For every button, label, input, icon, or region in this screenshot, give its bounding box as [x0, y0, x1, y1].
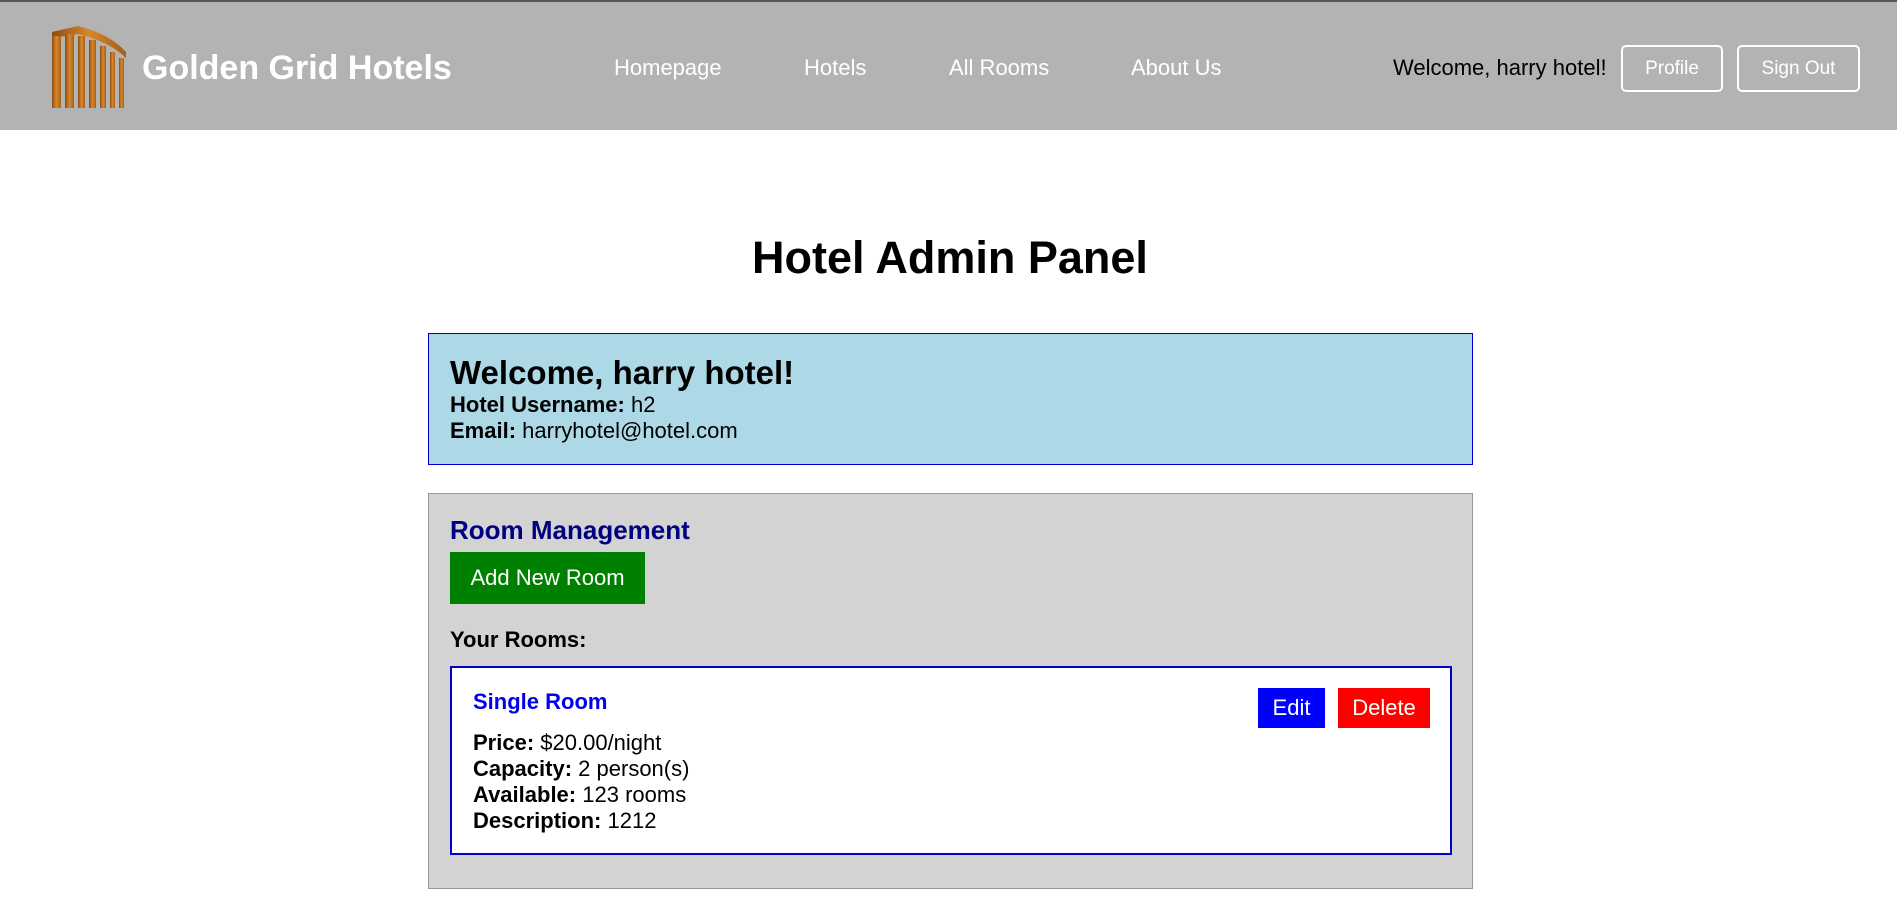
edit-room-button[interactable]: Edit — [1258, 688, 1325, 728]
add-new-room-button[interactable]: Add New Room — [450, 552, 645, 604]
hotel-username-label: Hotel Username: — [450, 392, 625, 417]
sign-out-button[interactable]: Sign Out — [1737, 45, 1860, 92]
brand-name[interactable]: Golden Grid Hotels — [142, 48, 452, 88]
room-capacity-label: Capacity: — [473, 756, 573, 781]
room-description-row: Description: 1212 — [473, 808, 689, 834]
email-row: Email: harryhotel@hotel.com — [450, 418, 1451, 444]
room-management-panel: Room Management Add New Room Your Rooms:… — [428, 493, 1473, 889]
building-icon[interactable] — [50, 26, 128, 108]
nav-link-about-us[interactable]: About Us — [1131, 54, 1222, 82]
room-price-value: $20.00/night — [540, 730, 662, 755]
profile-button[interactable]: Profile — [1621, 45, 1723, 92]
welcome-message: Welcome, harry hotel! — [1393, 55, 1607, 80]
email-label: Email: — [450, 418, 517, 443]
nav-link-homepage[interactable]: Homepage — [614, 54, 722, 82]
nav-link-hotels[interactable]: Hotels — [804, 54, 866, 82]
room-available-value: 123 rooms — [582, 782, 687, 807]
welcome-panel: Welcome, harry hotel! Hotel Username: h2… — [428, 333, 1473, 465]
room-available-label: Available: — [473, 782, 577, 807]
hotel-username-value: h2 — [630, 392, 656, 417]
nav-link-all-rooms[interactable]: All Rooms — [949, 54, 1049, 82]
room-available-row: Available: 123 rooms — [473, 782, 689, 808]
room-price-label: Price: — [473, 730, 535, 755]
top-nav-bar: Golden Grid Hotels Homepage Hotels All R… — [0, 0, 1897, 130]
hotel-username-row: Hotel Username: h2 — [450, 392, 1451, 418]
room-description-value: 1212 — [607, 808, 657, 833]
room-capacity-row: Capacity: 2 person(s) — [473, 756, 689, 782]
room-capacity-value: 2 person(s) — [578, 756, 690, 781]
email-value: harryhotel@hotel.com — [522, 418, 738, 443]
room-card: Single Room Price: $20.00/night Capacity… — [450, 666, 1452, 855]
room-description-label: Description: — [473, 808, 602, 833]
room-name: Single Room — [473, 689, 608, 714]
delete-room-button[interactable]: Delete — [1338, 688, 1430, 728]
room-details: Price: $20.00/night Capacity: 2 person(s… — [473, 730, 689, 834]
room-management-title: Room Management — [450, 515, 690, 545]
page-title: Hotel Admin Panel — [752, 232, 1148, 283]
welcome-greeting: Welcome, harry hotel! — [450, 354, 795, 391]
your-rooms-label: Your Rooms: — [450, 627, 587, 652]
room-price-row: Price: $20.00/night — [473, 730, 689, 756]
